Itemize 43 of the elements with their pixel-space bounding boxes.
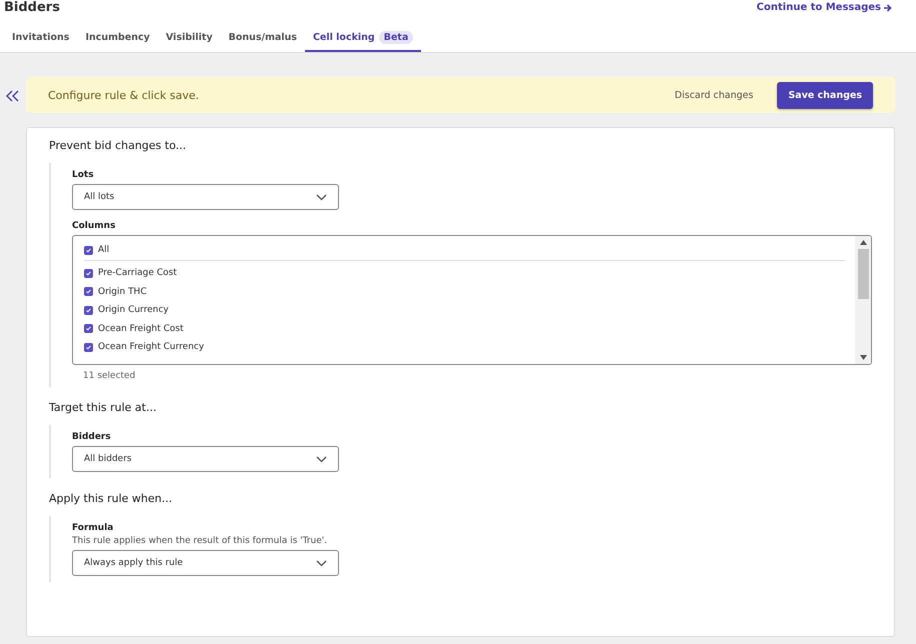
scrollbar[interactable]: [855, 236, 871, 364]
checkbox[interactable]: [84, 268, 93, 278]
selected-count: 11 selected: [83, 371, 136, 381]
checkbox[interactable]: [84, 324, 93, 334]
checkbox-label: Pre-Carriage Cost: [98, 268, 177, 278]
checkbox[interactable]: [84, 342, 93, 352]
dropdown[interactable]: Always apply this rule: [72, 550, 339, 576]
field-label: Bidders: [72, 432, 112, 442]
field-label: Columns: [72, 221, 116, 231]
checkbox-label: Ocean Freight Cost: [98, 324, 184, 334]
field-label: Formula: [72, 523, 114, 533]
tab[interactable]: Cell locking Beta: [304, 31, 422, 52]
checkbox-label: Ocean Freight Currency: [98, 342, 204, 352]
tab[interactable]: Bonus/malus: [220, 31, 305, 52]
section-title: Prevent bid changes to...: [49, 139, 188, 152]
arrow-right-icon: [884, 4, 892, 12]
chevron-down-icon: [316, 194, 327, 200]
chevron-down-icon: [316, 456, 327, 462]
scroll-up-icon[interactable]: [860, 240, 866, 245]
dropdown[interactable]: All bidders: [72, 446, 339, 472]
section-title: Apply this rule when...: [49, 492, 174, 505]
save-button[interactable]: Save changes: [777, 82, 873, 108]
discard-button[interactable]: Discard changes: [668, 88, 760, 102]
checkbox-label: Origin THC: [98, 286, 147, 297]
beta-badge: Beta: [378, 31, 414, 44]
checkbox-label: Origin Currency: [98, 305, 169, 316]
dropdown[interactable]: All lots: [72, 184, 339, 210]
banner-message: Configure rule & click save.: [48, 88, 200, 102]
checkbox-label: All: [98, 245, 110, 255]
tab[interactable]: Invitations: [4, 31, 78, 52]
checkbox[interactable]: [84, 306, 93, 315]
section-title: Target this rule at...: [49, 401, 158, 414]
chevron-down-icon: [316, 560, 327, 566]
field-hint: This rule applies when the result of this formula is 'True'.: [72, 536, 328, 546]
tab[interactable]: Incumbency: [77, 31, 158, 52]
checkbox[interactable]: [84, 246, 93, 254]
scroll-down-icon[interactable]: [860, 355, 866, 360]
continue-link[interactable]: Continue to Messages: [756, 2, 892, 13]
checkbox[interactable]: [84, 287, 93, 296]
page-title: Bidders: [4, 0, 60, 15]
tab[interactable]: Visibility: [158, 31, 221, 52]
field-label: Lots: [72, 170, 95, 180]
double-chevron-left-icon[interactable]: [4, 89, 20, 103]
